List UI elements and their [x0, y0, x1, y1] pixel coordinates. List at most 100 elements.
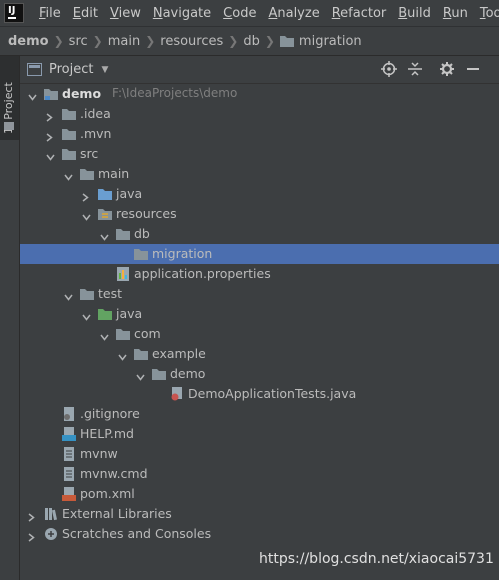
chevron-right-icon[interactable] — [46, 110, 54, 122]
folder-icon — [62, 147, 76, 161]
chevron-right-icon: ❯ — [92, 34, 103, 48]
text-file-icon — [62, 447, 76, 461]
tree-item-demo[interactable]: demo F:\IdeaProjects\demo — [20, 84, 499, 104]
breadcrumb-demo[interactable]: demo — [0, 34, 49, 49]
tree-item-label: demo — [62, 86, 102, 101]
menu-build[interactable]: Build — [392, 6, 437, 21]
project-view-icon — [27, 63, 42, 76]
tree-item-scratches-and-consoles[interactable]: Scratches and Consoles — [20, 524, 499, 544]
menu-view[interactable]: View — [104, 6, 147, 21]
menu-run[interactable]: Run — [437, 6, 474, 21]
tree-item-label: .mvn — [80, 126, 112, 141]
chevron-right-icon: ❯ — [145, 34, 156, 48]
tree-item-help-md[interactable]: HELP.md — [20, 424, 499, 444]
chevron-down-icon[interactable] — [46, 150, 55, 161]
scratches-icon — [44, 527, 58, 541]
chevron-right-icon[interactable] — [46, 130, 54, 142]
chevron-right-icon[interactable] — [82, 190, 90, 202]
menu-refactor[interactable]: Refactor — [326, 6, 393, 21]
gear-icon[interactable] — [439, 61, 455, 77]
chevron-down-icon[interactable] — [28, 90, 37, 101]
tree-item-label: java — [116, 306, 143, 321]
markdown-file-icon — [62, 427, 76, 441]
folder-icon — [80, 167, 94, 181]
tree-item-label: migration — [152, 246, 213, 261]
tree-item-java[interactable]: java — [20, 304, 499, 324]
left-tool-strip: 1: Project — [0, 56, 20, 580]
chevron-down-icon[interactable] — [118, 350, 127, 361]
tree-item-demo[interactable]: demo — [20, 364, 499, 384]
tree-item-label: java — [116, 186, 143, 201]
tree-item-label: .idea — [80, 106, 111, 121]
breadcrumb-migration[interactable]: migration — [299, 34, 362, 49]
locate-file-icon[interactable] — [381, 61, 397, 77]
chevron-right-icon: ❯ — [228, 34, 239, 48]
chevron-right-icon: ❯ — [264, 34, 275, 48]
breadcrumb: demo ❯ src ❯ main ❯ resources ❯ db ❯ mig… — [0, 26, 499, 56]
tree-item-label: test — [98, 286, 123, 301]
tree-item-demoapplicationtests-java[interactable]: DemoApplicationTests.java — [20, 384, 499, 404]
watermark-text: https://blog.csdn.net/xiaocai5731 — [259, 551, 494, 567]
chevron-down-icon[interactable]: ▼ — [101, 65, 108, 75]
tree-item-path: F:\IdeaProjects\demo — [112, 86, 238, 100]
folder-icon — [134, 247, 148, 261]
tree-item-pom-xml[interactable]: pom.xml — [20, 484, 499, 504]
chevron-down-icon[interactable] — [64, 290, 73, 301]
tree-item-test[interactable]: test — [20, 284, 499, 304]
properties-file-icon — [116, 267, 130, 281]
chevron-down-icon[interactable] — [64, 170, 73, 181]
menu-file[interactable]: File — [33, 6, 67, 21]
folder-icon — [279, 36, 294, 47]
tree-item-label: src — [80, 146, 99, 161]
menu-edit[interactable]: Edit — [67, 6, 104, 21]
hide-panel-icon[interactable] — [465, 61, 481, 77]
tree-item-label: External Libraries — [62, 506, 172, 521]
project-tool-window-tab[interactable]: 1: Project — [0, 56, 19, 140]
chevron-right-icon[interactable] — [28, 510, 36, 522]
tree-item-label: example — [152, 346, 206, 361]
chevron-down-icon[interactable] — [136, 370, 145, 381]
tree-item-example[interactable]: example — [20, 344, 499, 364]
menu-code[interactable]: Code — [217, 6, 262, 21]
tree-item-mvnw-cmd[interactable]: mvnw.cmd — [20, 464, 499, 484]
chevron-down-icon[interactable] — [82, 210, 91, 221]
maven-file-icon — [62, 487, 76, 501]
menu-analyze[interactable]: Analyze — [262, 6, 325, 21]
menu-tools[interactable]: Tools — [474, 6, 499, 21]
chevron-down-icon[interactable] — [82, 310, 91, 321]
project-panel-title[interactable]: Project — [49, 62, 93, 77]
project-panel-header: Project ▼ — [20, 56, 499, 84]
tree-item-idea[interactable]: .idea — [20, 104, 499, 124]
folder-icon — [116, 327, 130, 341]
tree-item-label: .gitignore — [80, 406, 140, 421]
tree-item-db[interactable]: db — [20, 224, 499, 244]
tree-item-gitignore[interactable]: .gitignore — [20, 404, 499, 424]
tree-item-mvn[interactable]: .mvn — [20, 124, 499, 144]
chevron-down-icon[interactable] — [100, 230, 109, 241]
menu-navigate[interactable]: Navigate — [147, 6, 217, 21]
tree-item-com[interactable]: com — [20, 324, 499, 344]
chevron-right-icon[interactable] — [28, 530, 36, 542]
breadcrumb-resources[interactable]: resources — [160, 34, 223, 49]
tree-item-label: db — [134, 226, 150, 241]
tree-item-java[interactable]: java — [20, 184, 499, 204]
folder-icon — [134, 347, 148, 361]
collapse-all-icon[interactable] — [407, 61, 423, 77]
tree-item-resources[interactable]: resources — [20, 204, 499, 224]
chevron-down-icon[interactable] — [100, 330, 109, 341]
folder-icon — [152, 367, 166, 381]
tree-item-migration[interactable]: migration — [20, 244, 499, 264]
libraries-icon — [44, 507, 58, 521]
tree-item-external-libraries[interactable]: External Libraries — [20, 504, 499, 524]
tree-item-label: main — [98, 166, 130, 181]
tree-item-src[interactable]: src — [20, 144, 499, 164]
java-test-file-icon — [170, 387, 184, 401]
tree-item-application-properties[interactable]: application.properties — [20, 264, 499, 284]
breadcrumb-db[interactable]: db — [243, 34, 260, 49]
text-file-icon — [62, 467, 76, 481]
tree-item-mvnw[interactable]: mvnw — [20, 444, 499, 464]
tree-item-main[interactable]: main — [20, 164, 499, 184]
breadcrumb-src[interactable]: src — [69, 34, 88, 49]
breadcrumb-main[interactable]: main — [108, 34, 140, 49]
tree-item-label: mvnw.cmd — [80, 466, 148, 481]
